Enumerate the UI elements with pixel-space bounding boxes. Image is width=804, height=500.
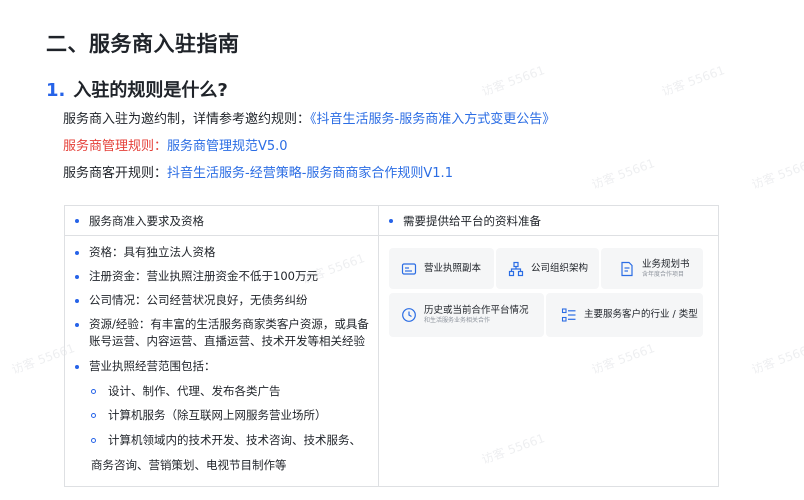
materials-cell: 营业执照副本 公司组织架构 业务规划书 含年度合作项目 历史或当前合作平台情况 和生… [379, 236, 718, 486]
section-title: 二、服务商入驻指南 [46, 32, 240, 56]
material-card-license: 营业执照副本 [389, 248, 494, 289]
list-icon [561, 308, 576, 322]
list-item: 资源/经验：有丰富的生活服务商家类客户资源，或具备账号运营、内容运营、直播运营、… [75, 316, 375, 350]
question-text: 入驻的规则是什么? [73, 80, 228, 101]
watermark: 访客 55661 [749, 156, 804, 192]
watermark: 访客 55661 [659, 63, 727, 99]
manage-rule-label: 服务商管理规则： [63, 139, 168, 154]
guest-rule-line: 服务商客开规则：抖音生活服务-经营策略-服务商商家合作规则V1.1 [63, 162, 453, 181]
scope-item-continued: 商务咨询、营销策划、电视节目制作等 [91, 458, 287, 472]
material-title: 业务规划书 [642, 258, 690, 270]
material-title: 主要服务客户的行业 / 类型 [584, 309, 698, 320]
bullet-dot [389, 218, 393, 223]
list-item: 资格：具有独立法人资格 [75, 244, 375, 261]
material-title: 历史或当前合作平台情况 [424, 305, 529, 316]
manage-rule-link[interactable]: 服务商管理规范V5.0 [167, 139, 288, 154]
history-clock-icon [402, 308, 416, 322]
material-subtitle: 和生活服务业务相关合作 [424, 317, 491, 324]
material-card-industry: 主要服务客户的行业 / 类型 [546, 293, 703, 337]
license-icon [401, 262, 417, 275]
material-card-plan: 业务规划书 含年度合作项目 [601, 248, 703, 289]
requirements-cell: 资格：具有独立法人资格 注册资金：营业执照注册资金不低于100万元 公司情况：公… [65, 236, 379, 486]
scope-item: 计算机领域内的技术开发、技术咨询、技术服务、 [91, 432, 361, 448]
material-card-org: 公司组织架构 [496, 248, 599, 289]
material-card-history: 历史或当前合作平台情况 和生活服务业务相关合作 [389, 293, 544, 337]
material-title: 营业执照副本 [424, 262, 482, 274]
question-heading: 1. 入驻的规则是什么? [46, 76, 228, 102]
question-number: 1. [46, 80, 66, 101]
table-header-label: 服务商准入要求及资格 [89, 213, 204, 228]
scope-item: 计算机服务（除互联网上网服务营业场所） [91, 407, 327, 423]
list-item: 营业执照经营范围包括： [75, 358, 375, 375]
plan-document-icon [621, 261, 633, 276]
invite-rule-label: 服务商入驻为邀约制，详情参考邀约规则： [63, 112, 311, 127]
guest-rule-label: 服务商客开规则： [63, 166, 168, 181]
watermark: 访客 55661 [589, 156, 657, 192]
scope-item: 设计、制作、代理、发布各类广告 [91, 383, 281, 399]
list-item: 公司情况：公司经营状况良好，无债务纠纷 [75, 292, 375, 309]
guest-rule-link[interactable]: 抖音生活服务-经营策略-服务商商家合作规则V1.1 [167, 166, 453, 181]
table-header-label: 需要提供给平台的资料准备 [403, 213, 541, 228]
watermark: 访客 55661 [479, 63, 547, 99]
manage-rule-line: 服务商管理规则：服务商管理规范V5.0 [63, 135, 288, 154]
requirements-table: 服务商准入要求及资格 需要提供给平台的资料准备 资格：具有独立法人资格 注册资金… [64, 205, 719, 487]
list-item: 注册资金：营业执照注册资金不低于100万元 [75, 268, 375, 285]
material-title: 公司组织架构 [531, 262, 589, 274]
bullet-dot [75, 218, 79, 223]
org-chart-icon [508, 261, 524, 276]
table-header-materials: 需要提供给平台的资料准备 [379, 206, 718, 236]
table-header-requirements: 服务商准入要求及资格 [65, 206, 379, 236]
watermark: 访客 55661 [749, 341, 804, 377]
material-subtitle: 含年度合作项目 [642, 270, 685, 278]
invite-rule-link[interactable]: 《抖音生活服务-服务商准入方式变更公告》 [310, 112, 555, 127]
invite-rule-line: 服务商入驻为邀约制，详情参考邀约规则：《抖音生活服务-服务商准入方式变更公告》 [63, 108, 555, 127]
